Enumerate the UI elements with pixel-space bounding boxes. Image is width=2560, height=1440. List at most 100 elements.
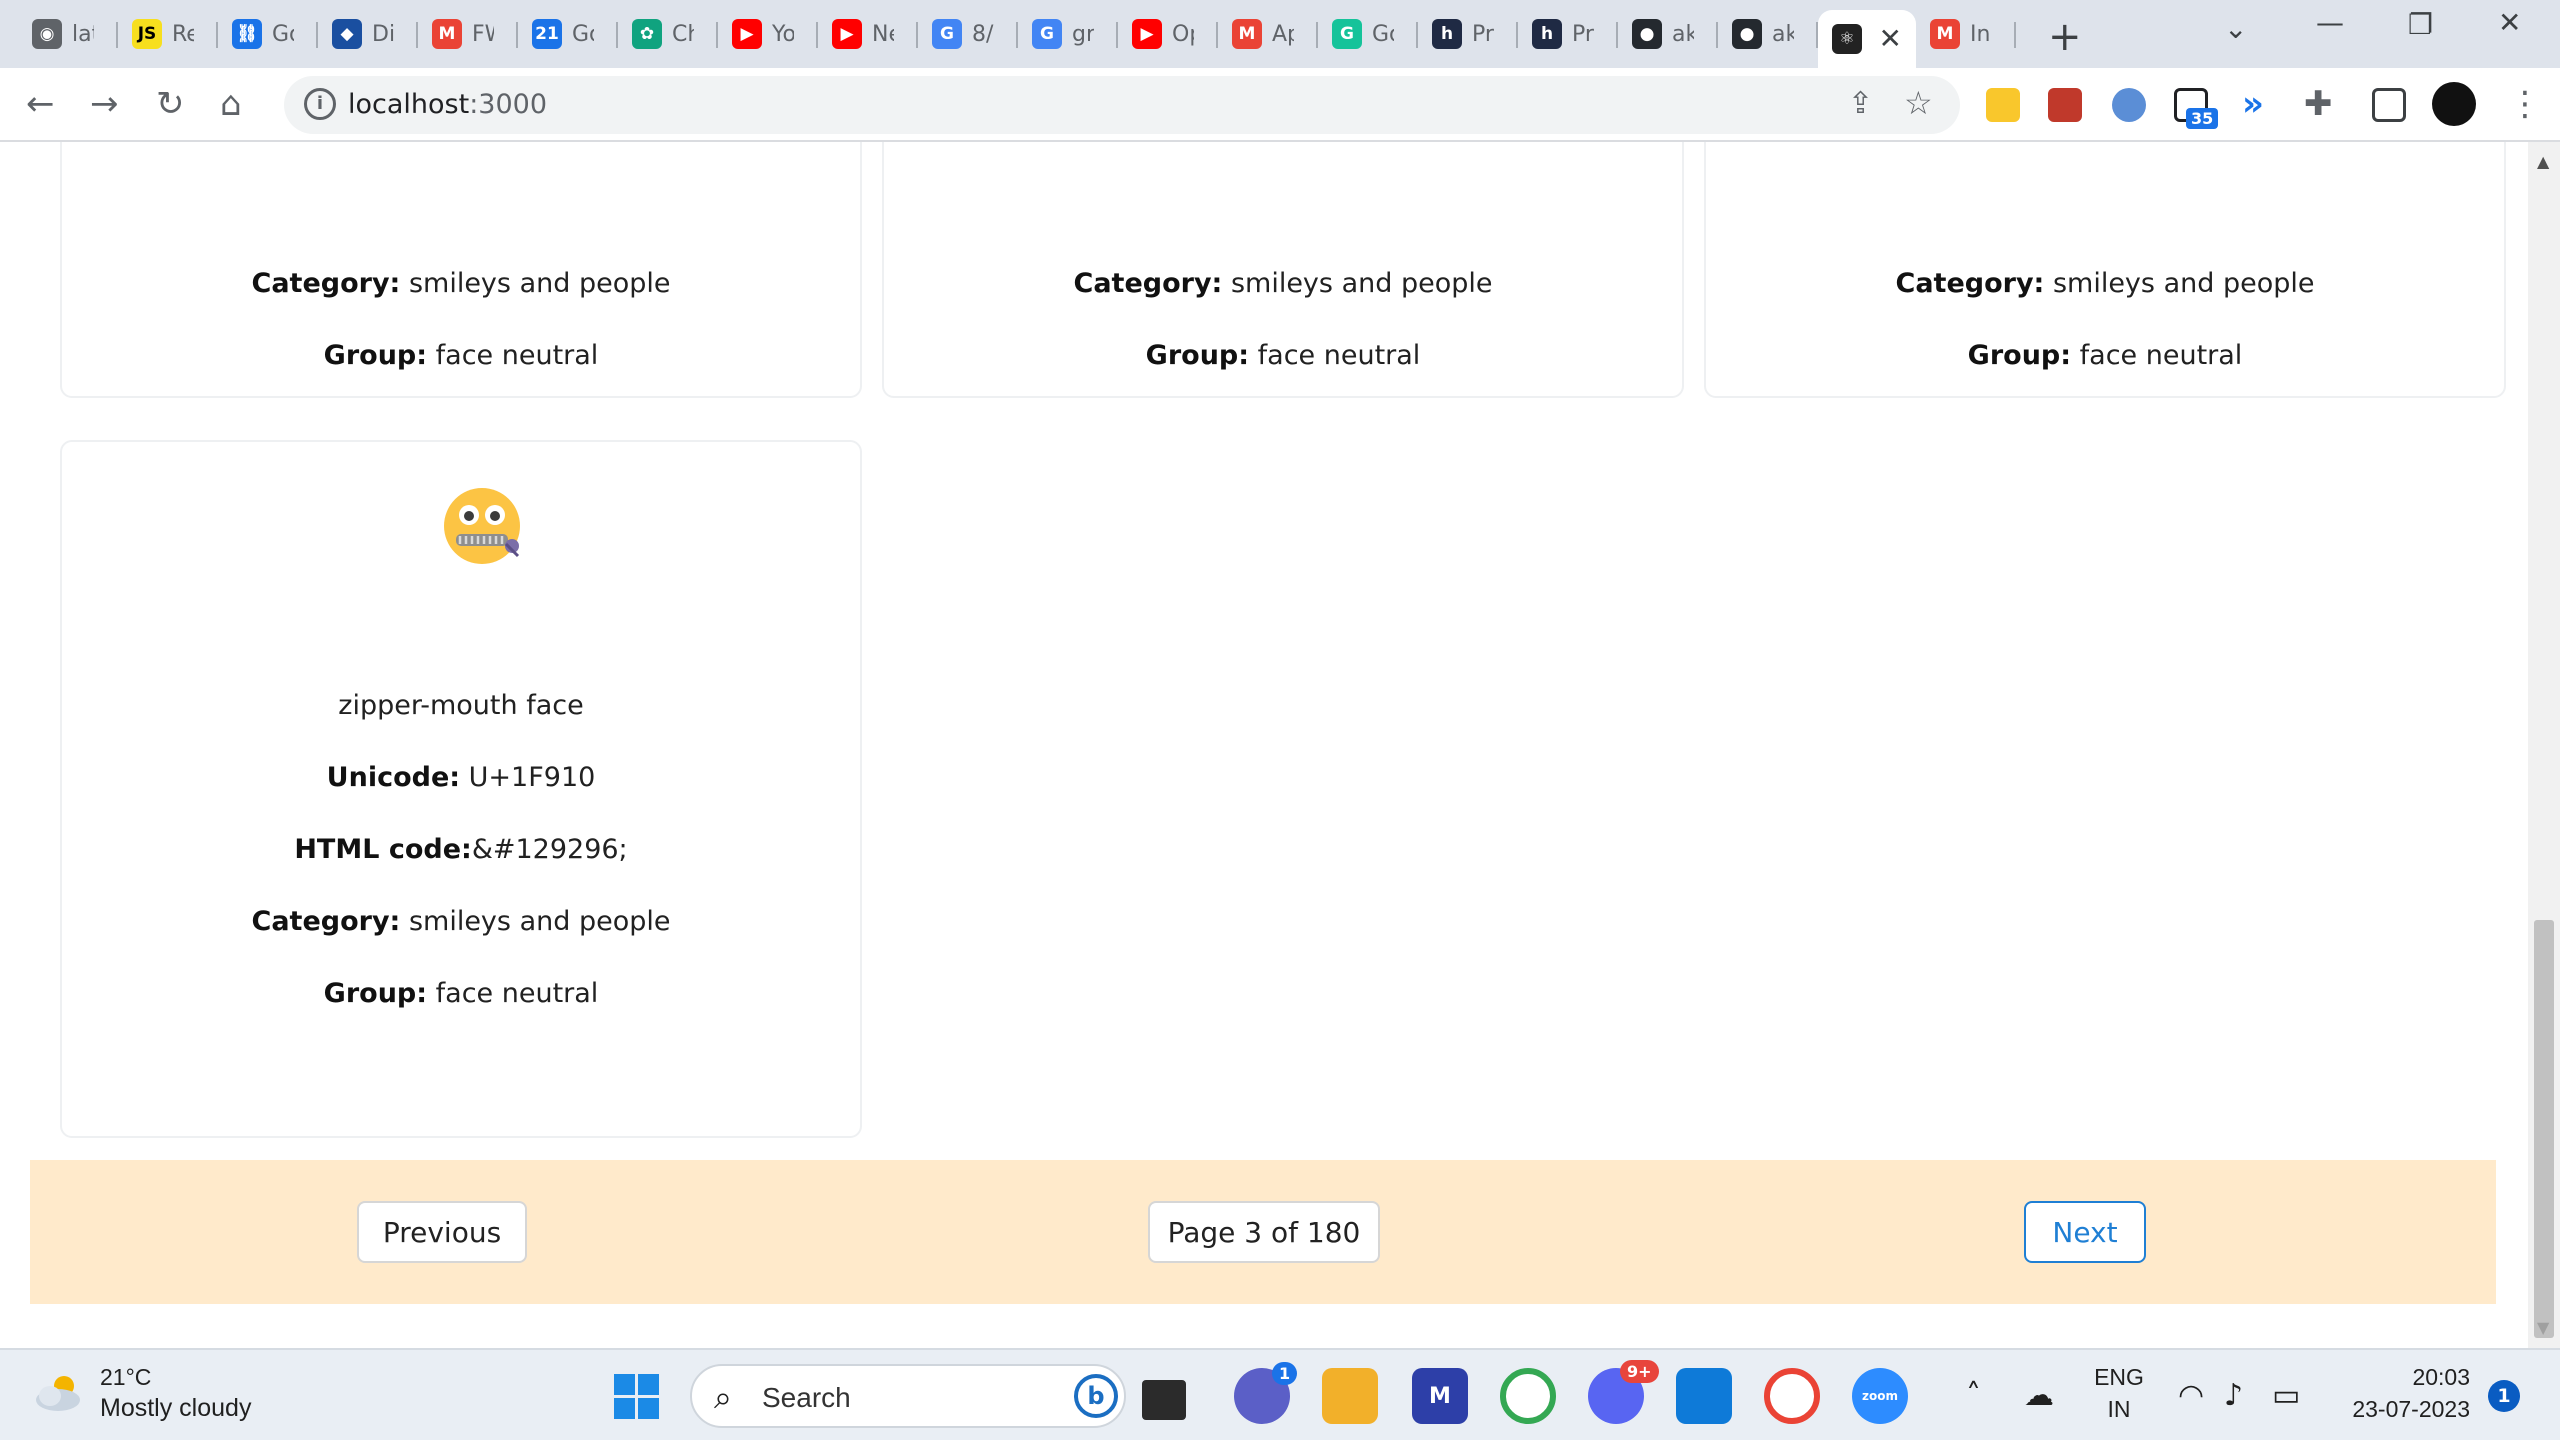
group-label: Group: bbox=[1145, 340, 1250, 371]
weather-temperature[interactable]: 21°C bbox=[100, 1364, 151, 1391]
minimize-button[interactable]: — bbox=[2316, 6, 2344, 39]
wifi-icon[interactable]: ◠ bbox=[2178, 1378, 2204, 1413]
group-line: Group: face neutral bbox=[62, 340, 860, 371]
next-page-button[interactable]: Next bbox=[2024, 1201, 2146, 1263]
browser-tab[interactable]: ⛓ Go bbox=[218, 10, 318, 58]
chrome-canary-icon[interactable] bbox=[1500, 1368, 1556, 1424]
link-icon: ⛓ bbox=[232, 19, 262, 49]
scroll-down-arrow-icon[interactable]: ▼ bbox=[2537, 1318, 2549, 1337]
task-view-icon[interactable] bbox=[1142, 1380, 1186, 1420]
unicode-value: U+1F910 bbox=[468, 762, 596, 793]
language-indicator[interactable]: ENG bbox=[2090, 1364, 2148, 1391]
browser-tab[interactable]: JS Re bbox=[118, 10, 218, 58]
restore-button[interactable]: ❐ bbox=[2408, 8, 2433, 41]
emoji-name: zipper-mouth face bbox=[338, 690, 584, 721]
clock-time[interactable]: 20:03 bbox=[2336, 1364, 2470, 1391]
scrollbar-thumb[interactable] bbox=[2534, 920, 2554, 1338]
browser-tab[interactable]: ▶ Yo bbox=[718, 10, 818, 58]
notification-count-badge[interactable]: 1 bbox=[2488, 1380, 2520, 1412]
tab-search-chevron-icon[interactable]: ⌄ bbox=[2224, 12, 2247, 45]
extension-blue-icon[interactable] bbox=[2112, 88, 2146, 122]
close-window-button[interactable]: ✕ bbox=[2498, 6, 2521, 39]
previous-page-button[interactable]: Previous bbox=[357, 1201, 527, 1263]
browser-tab[interactable]: h Pr bbox=[1418, 10, 1518, 58]
file-explorer-icon[interactable] bbox=[1322, 1368, 1378, 1424]
category-label: Category: bbox=[251, 906, 401, 937]
browser-tab[interactable]: ● ak bbox=[1718, 10, 1818, 58]
browser-tab[interactable]: 21 Go bbox=[518, 10, 618, 58]
tab-title: ak bbox=[1672, 21, 1694, 47]
url-text[interactable]: localhost:3000 bbox=[348, 89, 547, 120]
bookmark-star-icon[interactable]: ☆ bbox=[1904, 84, 1933, 122]
browser-tab[interactable]: Ggr bbox=[1018, 10, 1118, 58]
tab-title: Ch bbox=[672, 21, 694, 47]
cloudy-weather-icon[interactable] bbox=[34, 1372, 86, 1412]
volume-icon[interactable]: ♪ bbox=[2224, 1378, 2243, 1413]
browser-tab[interactable]: h Pr bbox=[1518, 10, 1618, 58]
browser-menu-icon[interactable]: ⋮ bbox=[2508, 84, 2542, 124]
new-tab-button[interactable]: + bbox=[2048, 14, 2082, 60]
html-code-label: HTML code: bbox=[294, 834, 472, 865]
battery-icon[interactable]: ▭ bbox=[2272, 1378, 2300, 1413]
extensions-puzzle-icon[interactable]: ✚ bbox=[2304, 84, 2333, 124]
url-port: :3000 bbox=[469, 89, 548, 120]
taskbar-search-box[interactable]: ⌕ Search b bbox=[690, 1364, 1126, 1428]
browser-tab[interactable]: ◆ Di bbox=[318, 10, 418, 58]
github-icon: ● bbox=[1632, 19, 1662, 49]
browser-tab[interactable]: ▶ Ne bbox=[818, 10, 918, 58]
tab-title: gr bbox=[1072, 21, 1094, 47]
browser-tab[interactable]: G 8/ bbox=[918, 10, 1018, 58]
browser-tab[interactable]: ◉ lat bbox=[18, 10, 118, 58]
github-icon: ● bbox=[1732, 19, 1762, 49]
browser-tab[interactable]: M FW bbox=[418, 10, 518, 58]
browser-tab[interactable]: M Ap bbox=[1218, 10, 1318, 58]
browser-tab[interactable]: ⚛ ✕ bbox=[1818, 10, 1916, 68]
unicode-line: Unicode: U+1F910 bbox=[62, 762, 860, 793]
browser-tab-strip: ◉ lat JS Re ⛓ Go ◆ Di M FW 21 Go ✿ Ch ▶ Yo ▶ Ne G 8/Ggr ▶ Op M… bbox=[0, 0, 2560, 68]
extension-keep-icon[interactable] bbox=[1986, 88, 2020, 122]
browser-tab[interactable]: ▶ Op bbox=[1118, 10, 1218, 58]
windows-start-icon[interactable] bbox=[614, 1374, 660, 1420]
browser-tab[interactable]: M In bbox=[1916, 10, 2016, 58]
tab-title: FW bbox=[472, 21, 494, 47]
hashnode-icon: h bbox=[1532, 19, 1562, 49]
extension-red-icon[interactable] bbox=[2048, 88, 2082, 122]
browser-tab[interactable]: G Go bbox=[1318, 10, 1418, 58]
show-hidden-icons-chevron-icon[interactable]: ˄ bbox=[1966, 1378, 1981, 1413]
back-button[interactable]: ← bbox=[26, 84, 55, 124]
chrome-icon[interactable] bbox=[1764, 1368, 1820, 1424]
chatgpt-icon: ✿ bbox=[632, 19, 662, 49]
app-m-icon[interactable]: M bbox=[1412, 1368, 1468, 1424]
scroll-up-arrow-icon[interactable]: ▲ bbox=[2537, 152, 2549, 171]
group-label: Group: bbox=[1967, 340, 2072, 371]
reload-button[interactable]: ↻ bbox=[156, 84, 185, 124]
emoji-card-zipper-mouth: zipper-mouth face Unicode: U+1F910 HTML … bbox=[60, 440, 862, 1138]
google-icon: G bbox=[1032, 19, 1062, 49]
language-region[interactable]: IN bbox=[2090, 1396, 2148, 1423]
search-icon: ⌕ bbox=[714, 1378, 732, 1416]
browser-toolbar: ← → ↻ ⌂ i localhost:3000 ⇪ ☆ 35 » ✚ ⋮ bbox=[0, 68, 2560, 142]
browser-tab[interactable]: ✿ Ch bbox=[618, 10, 718, 58]
bing-icon[interactable]: b bbox=[1074, 1374, 1118, 1418]
url-host: localhost bbox=[348, 89, 470, 120]
globe-icon: ◉ bbox=[32, 19, 62, 49]
category-line: Category: smileys and people bbox=[1706, 268, 2504, 299]
weather-description[interactable]: Mostly cloudy bbox=[100, 1394, 251, 1423]
side-panel-icon[interactable] bbox=[2372, 88, 2406, 122]
profile-avatar[interactable] bbox=[2432, 82, 2476, 126]
clock-date[interactable]: 23-07-2023 bbox=[2336, 1396, 2470, 1423]
site-info-icon[interactable]: i bbox=[304, 88, 336, 120]
vscode-icon[interactable] bbox=[1676, 1368, 1732, 1424]
tab-title: Ap bbox=[1272, 21, 1294, 47]
zoom-icon[interactable]: zoom bbox=[1852, 1368, 1908, 1424]
forward-button[interactable]: → bbox=[90, 84, 119, 124]
address-bar[interactable]: i localhost:3000 ⇪ ☆ bbox=[284, 76, 1960, 134]
onedrive-offline-icon[interactable]: ☁ bbox=[2024, 1378, 2054, 1413]
emoji-card: Category: smileys and people Group: face… bbox=[1704, 142, 2506, 398]
extension-wifi-icon[interactable]: » bbox=[2242, 84, 2264, 124]
home-button[interactable]: ⌂ bbox=[220, 84, 242, 124]
page-scrollbar[interactable]: ▲ ▼ bbox=[2528, 142, 2560, 1348]
share-icon[interactable]: ⇪ bbox=[1848, 86, 1873, 121]
close-tab-icon[interactable]: ✕ bbox=[1879, 22, 1902, 55]
browser-tab[interactable]: ● ak bbox=[1618, 10, 1718, 58]
